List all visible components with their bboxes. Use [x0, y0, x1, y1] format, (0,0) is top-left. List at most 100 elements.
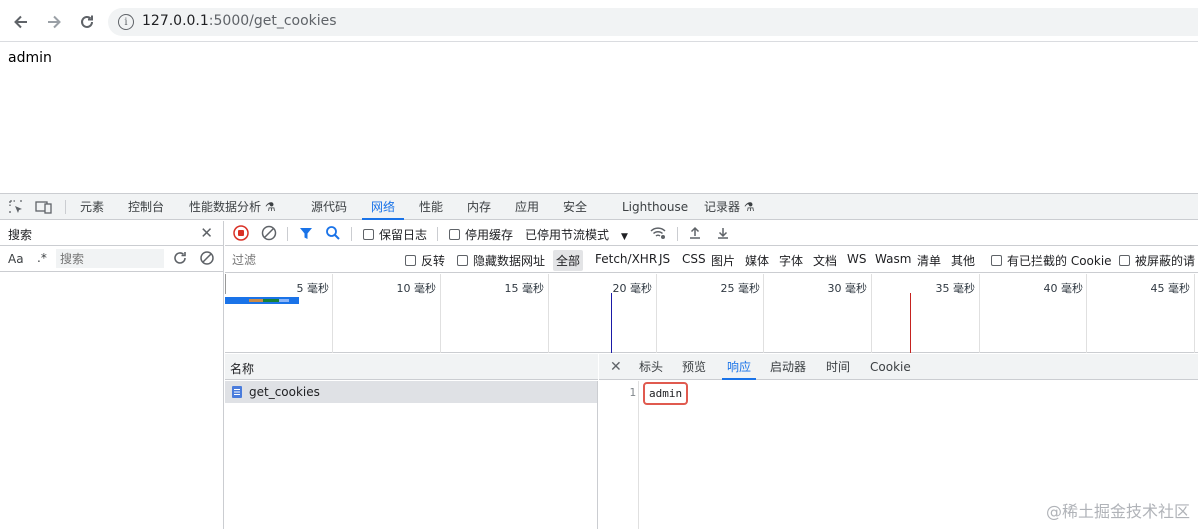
- import-har-icon[interactable]: [687, 225, 703, 241]
- tab-performance-insights[interactable]: 性能数据分析 ⚗: [189, 194, 276, 220]
- request-waterfall-bar: [225, 297, 299, 304]
- arrow-left-icon: [14, 15, 27, 29]
- filter-type-media[interactable]: 媒体: [745, 252, 769, 269]
- tab-network[interactable]: 网络: [362, 194, 405, 220]
- filter-type-css[interactable]: CSS: [682, 252, 706, 266]
- devtools-panel: 元素 控制台 性能数据分析 ⚗ 源代码 网络 性能 内存 应用 安全 Light…: [0, 193, 1198, 529]
- request-list-header: 名称: [225, 354, 598, 380]
- browser-toolbar: i 127.0.0.1:5000/get_cookies: [0, 0, 1198, 42]
- devtools-tab-bar: 元素 控制台 性能数据分析 ⚗ 源代码 网络 性能 内存 应用 安全 Light…: [0, 194, 1198, 220]
- timeline-label: 40 毫秒: [1043, 282, 1084, 295]
- filter-type-all[interactable]: 全部: [553, 250, 584, 271]
- clear-icon[interactable]: [199, 250, 215, 266]
- dom-content-loaded-marker: [611, 293, 612, 353]
- filter-type-doc[interactable]: 文档: [813, 252, 837, 269]
- request-list: get_cookies: [225, 381, 598, 529]
- invert-checkbox[interactable]: 反转: [405, 252, 445, 269]
- site-info-icon[interactable]: i: [118, 14, 134, 30]
- hide-data-urls-label: 隐藏数据网址: [473, 254, 546, 268]
- blocked-cookies-checkbox[interactable]: 有已拦截的 Cookie: [991, 252, 1112, 269]
- tab-preview[interactable]: 预览: [682, 354, 706, 380]
- preserve-log-label: 保留日志: [379, 228, 428, 242]
- chevron-down-icon: ▼: [621, 232, 628, 242]
- filter-bar: 反转 隐藏数据网址 全部 Fetch/XHR JS CSS 图片 媒体 字体 文…: [225, 247, 1198, 273]
- search-header: 搜索 ✕: [0, 221, 223, 246]
- filter-icon[interactable]: [298, 225, 314, 241]
- inspect-element-icon[interactable]: [8, 194, 24, 220]
- blocked-requests-checkbox[interactable]: 被屏蔽的请: [1119, 252, 1195, 269]
- network-toolbar: 保留日志 停用缓存 已停用节流模式 ▼: [225, 221, 1198, 246]
- forward-button[interactable]: [43, 11, 65, 33]
- blocked-requests-label: 被屏蔽的请: [1135, 254, 1196, 268]
- filter-type-img[interactable]: 图片: [711, 252, 735, 269]
- arrow-right-icon: [48, 15, 61, 29]
- tab-headers[interactable]: 标头: [639, 354, 663, 380]
- line-gutter: 1: [599, 381, 639, 529]
- close-detail-icon[interactable]: ✕: [610, 354, 622, 380]
- timeline-label: 25 毫秒: [720, 282, 761, 295]
- search-options-row: Aa .*: [0, 246, 223, 272]
- tab-lighthouse[interactable]: Lighthouse: [622, 194, 688, 220]
- export-har-icon[interactable]: [715, 225, 731, 241]
- tab-console[interactable]: 控制台: [128, 194, 164, 220]
- disable-cache-checkbox[interactable]: 停用缓存: [449, 226, 513, 243]
- column-name[interactable]: 名称: [230, 360, 254, 377]
- search-icon[interactable]: [325, 225, 341, 241]
- tab-initiator[interactable]: 启动器: [770, 354, 806, 380]
- refresh-icon[interactable]: [172, 250, 188, 266]
- tab-response[interactable]: 响应: [722, 354, 757, 380]
- filter-type-font[interactable]: 字体: [779, 252, 803, 269]
- tab-security[interactable]: 安全: [563, 194, 587, 220]
- load-event-marker: [910, 293, 911, 353]
- clear-log-icon[interactable]: [261, 225, 277, 241]
- search-input[interactable]: [56, 249, 164, 268]
- tab-performance[interactable]: 性能: [419, 194, 443, 220]
- hide-data-urls-checkbox[interactable]: 隐藏数据网址: [457, 252, 545, 269]
- timeline-overview[interactable]: 5 毫秒 10 毫秒 15 毫秒 20 毫秒 25 毫秒 30 毫秒 35 毫秒…: [225, 274, 1198, 353]
- filter-type-manifest[interactable]: 清单: [917, 252, 941, 269]
- document-icon: [231, 385, 243, 399]
- invert-label: 反转: [421, 254, 446, 268]
- regex-button[interactable]: .*: [37, 251, 47, 265]
- tab-timing[interactable]: 时间: [826, 354, 850, 380]
- detail-tab-bar: ✕ 标头 预览 响应 启动器 时间 Cookie: [599, 354, 1198, 380]
- timeline-label: 10 毫秒: [396, 282, 437, 295]
- timeline-label: 45 毫秒: [1150, 282, 1191, 295]
- blocked-cookies-label: 有已拦截的 Cookie: [1007, 254, 1112, 268]
- record-stop-icon[interactable]: [233, 225, 249, 241]
- tab-recorder[interactable]: 记录器 ⚗: [704, 194, 755, 220]
- timeline-label: 5 毫秒: [296, 282, 330, 295]
- tab-application[interactable]: 应用: [515, 194, 539, 220]
- address-bar[interactable]: i 127.0.0.1:5000/get_cookies: [108, 8, 1198, 36]
- search-title: 搜索: [8, 228, 33, 242]
- timeline-label: 35 毫秒: [935, 282, 976, 295]
- device-toolbar-icon[interactable]: [35, 194, 53, 220]
- search-pane: 搜索 ✕ Aa .*: [0, 221, 224, 529]
- filter-type-wasm[interactable]: Wasm: [875, 252, 911, 266]
- filter-type-other[interactable]: 其他: [951, 252, 975, 269]
- timeline-label: 30 毫秒: [827, 282, 868, 295]
- filter-type-js[interactable]: JS: [659, 252, 670, 266]
- back-button[interactable]: [10, 11, 32, 33]
- tab-sources[interactable]: 源代码: [311, 194, 347, 220]
- throttling-label: 已停用节流模式: [525, 228, 610, 242]
- preserve-log-checkbox[interactable]: 保留日志: [363, 226, 427, 243]
- tab-elements[interactable]: 元素: [80, 194, 104, 220]
- match-case-button[interactable]: Aa: [8, 252, 24, 266]
- response-text[interactable]: admin: [643, 382, 689, 405]
- request-row[interactable]: get_cookies: [225, 381, 597, 403]
- tab-memory[interactable]: 内存: [467, 194, 491, 220]
- line-number: 1: [629, 386, 636, 399]
- network-conditions-icon[interactable]: [649, 225, 667, 241]
- reload-icon: [81, 15, 93, 28]
- timeline-label: 15 毫秒: [504, 282, 545, 295]
- filter-type-fetch-xhr[interactable]: Fetch/XHR: [595, 252, 657, 266]
- disable-cache-label: 停用缓存: [465, 228, 514, 242]
- close-icon[interactable]: ✕: [200, 224, 213, 242]
- url-text: 127.0.0.1:5000/get_cookies: [142, 13, 337, 29]
- filter-input[interactable]: [225, 249, 393, 270]
- filter-type-ws[interactable]: WS: [847, 252, 866, 266]
- throttling-select[interactable]: 已停用节流模式 ▼: [525, 226, 628, 243]
- reload-button[interactable]: [76, 11, 98, 33]
- tab-cookies[interactable]: Cookie: [870, 354, 911, 380]
